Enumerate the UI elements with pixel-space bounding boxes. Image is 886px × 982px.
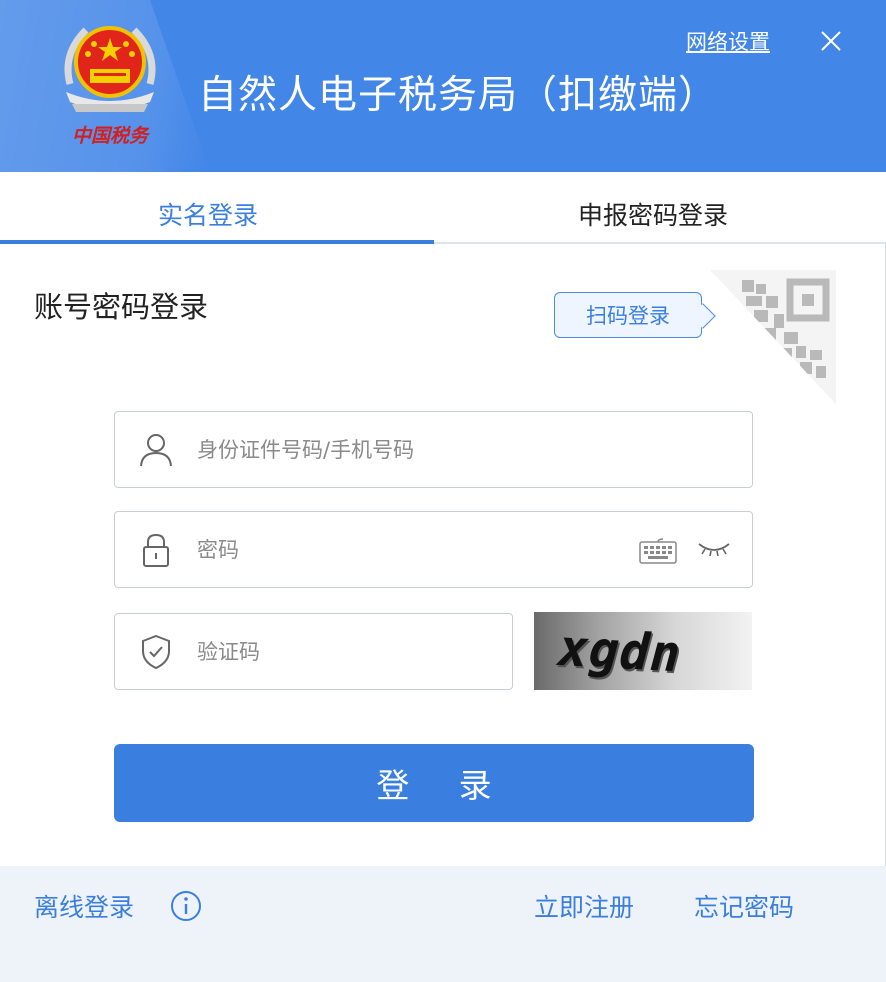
close-icon[interactable] bbox=[818, 28, 844, 54]
offline-login-link[interactable]: 离线登录 bbox=[34, 888, 134, 924]
username-field[interactable] bbox=[114, 411, 753, 488]
info-icon[interactable] bbox=[170, 890, 202, 922]
national-emblem-logo: 中国税务 bbox=[64, 26, 156, 147]
svg-text:中国税务: 中国税务 bbox=[72, 125, 151, 147]
app-title: 自然人电子税务局（扣缴端） bbox=[198, 73, 719, 118]
scan-login-label: 扫码登录 bbox=[586, 304, 670, 328]
register-link[interactable]: 立即注册 bbox=[534, 888, 634, 924]
keyboard-icon[interactable] bbox=[639, 538, 677, 564]
login-window: 中国税务 自然人电子税务局（扣缴端） 网络设置 实名登录 申报密码登录 账号密码… bbox=[0, 0, 886, 982]
active-tab-indicator bbox=[0, 240, 434, 244]
login-tabs: 实名登录 申报密码登录 bbox=[0, 172, 886, 244]
lock-icon bbox=[143, 533, 169, 567]
username-input[interactable] bbox=[197, 430, 617, 470]
captcha-text: xgdn bbox=[551, 618, 690, 684]
tab-real-name-login[interactable]: 实名登录 bbox=[158, 196, 258, 232]
scan-login-button[interactable]: 扫码登录 bbox=[554, 292, 716, 338]
password-field[interactable] bbox=[114, 511, 753, 588]
user-icon bbox=[140, 434, 172, 467]
section-title: 账号密码登录 bbox=[34, 290, 209, 324]
qr-code-icon[interactable] bbox=[710, 270, 836, 404]
captcha-input[interactable] bbox=[197, 632, 477, 672]
header-banner: 中国税务 自然人电子税务局（扣缴端） 网络设置 bbox=[0, 0, 886, 172]
footer-bar: 离线登录 立即注册 忘记密码 bbox=[0, 866, 886, 982]
eye-closed-icon[interactable] bbox=[697, 540, 731, 558]
tab-declaration-password-login[interactable]: 申报密码登录 bbox=[578, 196, 728, 232]
forgot-password-link[interactable]: 忘记密码 bbox=[694, 888, 794, 924]
login-button[interactable]: 登 录 bbox=[114, 744, 754, 822]
captcha-image[interactable]: xgdn bbox=[534, 612, 752, 690]
captcha-field[interactable] bbox=[114, 613, 513, 690]
shield-icon bbox=[142, 634, 170, 670]
network-settings-link[interactable]: 网络设置 bbox=[686, 26, 770, 56]
password-input[interactable] bbox=[197, 530, 617, 570]
